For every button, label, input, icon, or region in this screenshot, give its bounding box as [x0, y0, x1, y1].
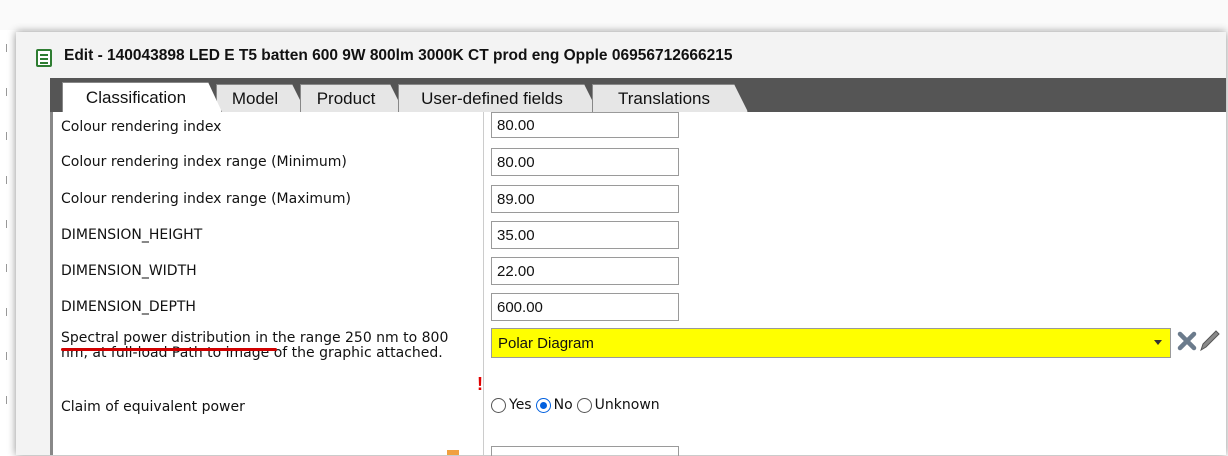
field-colour-rendering-index[interactable]: 80.00 [491, 112, 679, 138]
claim-radio-group: Yes No Unknown [491, 397, 664, 413]
clear-x-icon[interactable] [1175, 326, 1199, 356]
radio-circle-unknown[interactable] [576, 397, 592, 413]
column-divider [483, 112, 484, 455]
label-colour-rendering-index: Colour rendering index [61, 119, 222, 135]
field-cri-range-max[interactable]: 89.00 [491, 185, 679, 213]
tab-translations[interactable]: Translations [592, 84, 748, 112]
background-strip [0, 0, 1228, 30]
pencil-icon[interactable] [1197, 326, 1221, 356]
tab-model[interactable]: Model [216, 84, 306, 112]
form-icon [36, 49, 52, 67]
label-dimension-height: DIMENSION_HEIGHT [61, 227, 203, 243]
label-dimension-depth: DIMENSION_DEPTH [61, 299, 196, 315]
radio-label-yes: Yes [509, 397, 532, 413]
tab-classification[interactable]: Classification [62, 82, 222, 112]
field-cri-range-min[interactable]: 80.00 [491, 148, 679, 176]
rail-tick [6, 396, 13, 404]
radio-yes[interactable]: Yes [491, 397, 532, 413]
radio-unknown[interactable]: Unknown [576, 397, 660, 413]
rail-tick [6, 352, 13, 360]
left-rail [0, 30, 14, 455]
dialog-title: Edit - 140043898 LED E T5 batten 600 9W … [64, 47, 733, 64]
field-dimension-width[interactable]: 22.00 [491, 257, 679, 285]
required-indicator: ! [477, 374, 483, 394]
rail-tick [6, 264, 13, 272]
edit-dialog: Edit - 140043898 LED E T5 batten 600 9W … [16, 32, 1226, 456]
red-underline-annotation [61, 348, 277, 351]
radio-no[interactable]: No [535, 397, 573, 413]
spectral-dropdown[interactable]: Polar Diagram [491, 328, 1171, 358]
tab-user-defined-fields[interactable]: User-defined fields [398, 84, 598, 112]
chevron-down-icon[interactable] [1154, 340, 1162, 345]
field-dimension-depth[interactable]: 600.00 [491, 293, 679, 321]
field-dimension-height[interactable]: 35.00 [491, 221, 679, 249]
label-cri-range-min: Colour rendering index range (Minimum) [61, 154, 347, 170]
label-spectral-power-distribution: Spectral power distribution in the range… [61, 331, 471, 361]
radio-circle-no[interactable] [535, 397, 551, 413]
partial-indicator [447, 450, 459, 455]
rail-tick [6, 308, 13, 316]
radio-label-no: No [553, 397, 573, 413]
rail-tick [6, 132, 13, 140]
label-dimension-width: DIMENSION_WIDTH [61, 263, 197, 279]
label-claim-equivalent-power: Claim of equivalent power [61, 399, 245, 415]
rail-tick [6, 88, 13, 96]
spectral-dropdown-value: Polar Diagram [498, 335, 594, 352]
tab-product[interactable]: Product [300, 84, 404, 112]
label-cri-range-max: Colour rendering index range (Maximum) [61, 191, 351, 207]
radio-label-unknown: Unknown [594, 397, 660, 413]
tab-bar: Classification Model Product User-define… [50, 78, 1226, 112]
rail-tick [6, 176, 13, 184]
classification-panel: Colour rendering index 80.00 Colour rend… [50, 112, 1226, 456]
radio-circle-yes[interactable] [491, 397, 506, 413]
dialog-titlebar[interactable]: Edit - 140043898 LED E T5 batten 600 9W … [16, 32, 1226, 78]
spectral-label-highlight: Spectral power distribution [61, 330, 251, 346]
rail-tick [6, 44, 13, 52]
rail-tick [6, 220, 13, 228]
